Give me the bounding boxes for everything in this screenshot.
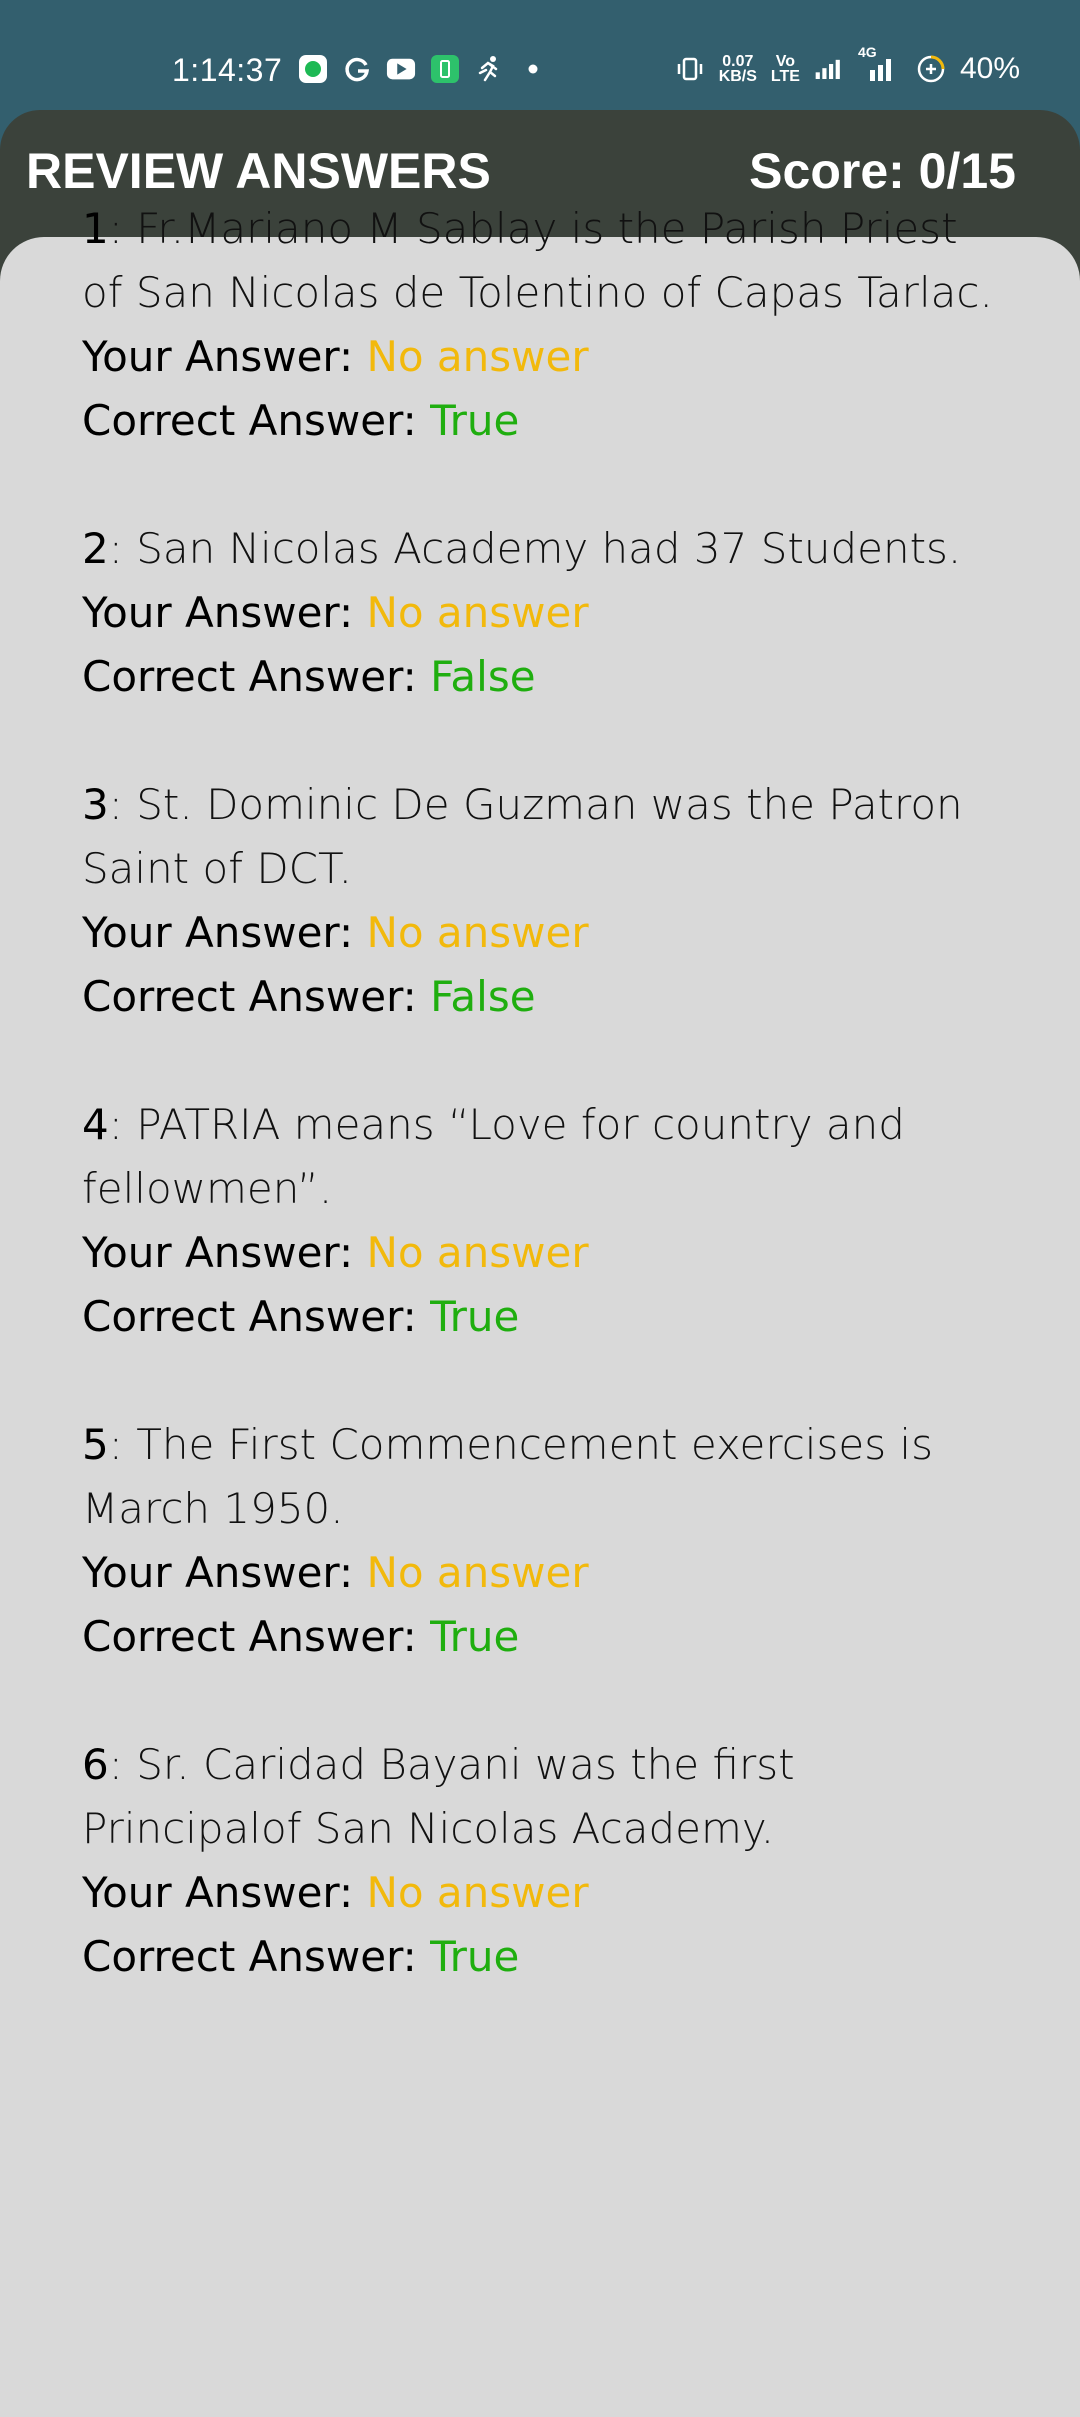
youtube-icon: [386, 54, 416, 84]
your-answer-line: Your Answer: No answer: [82, 1861, 1002, 1925]
correct-answer-label: Correct Answer:: [82, 396, 431, 445]
question-number: 6: [82, 1740, 109, 1789]
page-title: REVIEW ANSWERS: [26, 143, 491, 199]
question-text: 1: Fr.Mariano M Sablay is the Parish Pri…: [82, 197, 1002, 325]
correct-answer-label: Correct Answer:: [82, 1292, 431, 1341]
your-answer-value: No answer: [366, 332, 589, 381]
signal-icon: [814, 54, 844, 84]
question-number: 2: [82, 524, 109, 573]
your-answer-line: Your Answer: No answer: [82, 1541, 1002, 1605]
system-status-icons: 0.07 KB/S Vo LTE 4G 40%: [675, 44, 1020, 86]
correct-answer-value: False: [430, 652, 536, 701]
correct-answer-line: Correct Answer: True: [82, 1285, 1002, 1349]
correct-answer-label: Correct Answer:: [82, 972, 431, 1021]
your-answer-line: Your Answer: No answer: [82, 901, 1002, 965]
battery-saver-icon: [430, 54, 460, 84]
question-text: 6: Sr. Caridad Bayani was the first Prin…: [82, 1733, 1002, 1861]
question-body: : The First Commencement exercises is Ma…: [82, 1420, 933, 1533]
question-number: 4: [82, 1100, 109, 1149]
question-text: 5: The First Commencement exercises is M…: [82, 1413, 1002, 1541]
question-body: : Fr.Mariano M Sablay is the Parish Prie…: [82, 204, 993, 317]
your-answer-value: No answer: [366, 588, 589, 637]
chat-icon: [298, 54, 328, 84]
question-body: : Sr. Caridad Bayani was the first Princ…: [82, 1740, 795, 1853]
vibrate-icon: [675, 54, 705, 84]
correct-answer-line: Correct Answer: False: [82, 965, 1002, 1029]
net-speed: 0.07 KB/S: [718, 53, 757, 85]
g-icon: [342, 54, 372, 84]
question-body: : San Nicolas Academy had 37 Students.: [108, 524, 962, 573]
your-answer-line: Your Answer: No answer: [82, 581, 1002, 645]
dot-icon: [518, 54, 548, 84]
question-body: : PATRIA means “Love for country and fel…: [82, 1100, 905, 1213]
review-item: 6: Sr. Caridad Bayani was the first Prin…: [82, 1733, 1002, 1989]
review-item: 5: The First Commencement exercises is M…: [82, 1413, 1002, 1669]
correct-answer-value: True: [430, 1932, 520, 1981]
correct-answer-value: True: [430, 1612, 520, 1661]
correct-answer-line: Correct Answer: True: [82, 1605, 1002, 1669]
review-item: 3: St. Dominic De Guzman was the Patron …: [82, 773, 1002, 1029]
correct-answer-line: Correct Answer: False: [82, 645, 1002, 709]
your-answer-line: Your Answer: No answer: [82, 1221, 1002, 1285]
review-item: 1: Fr.Mariano M Sablay is the Parish Pri…: [82, 197, 1002, 453]
your-answer-value: No answer: [366, 1548, 589, 1597]
your-answer-value: No answer: [366, 908, 589, 957]
question-text: 3: St. Dominic De Guzman was the Patron …: [82, 773, 1002, 901]
battery-level: 40%: [959, 52, 1020, 85]
score-label: Score: 0/15: [749, 143, 1016, 199]
your-answer-label: Your Answer:: [82, 1548, 367, 1597]
question-number: 5: [82, 1420, 109, 1469]
your-answer-label: Your Answer:: [82, 588, 367, 637]
your-answer-label: Your Answer:: [82, 1228, 367, 1277]
battery-icon: [916, 54, 946, 84]
your-answer-label: Your Answer:: [82, 332, 367, 381]
review-list[interactable]: 1: Fr.Mariano M Sablay is the Parish Pri…: [82, 197, 1002, 2053]
review-item: 2: San Nicolas Academy had 37 Students. Y…: [82, 517, 1002, 709]
running-icon: [474, 54, 504, 84]
your-answer-value: No answer: [366, 1868, 589, 1917]
question-text: 2: San Nicolas Academy had 37 Students.: [82, 517, 1002, 581]
correct-answer-value: True: [430, 1292, 520, 1341]
question-text: 4: PATRIA means “Love for country and fe…: [82, 1093, 1002, 1221]
volte-indicator: Vo LTE: [770, 53, 800, 85]
question-number: 1: [82, 204, 109, 253]
your-answer-value: No answer: [366, 1228, 589, 1277]
question-number: 3: [82, 780, 109, 829]
status-bar: 1:14:37 0.07 KB/S Vo LTE 4G 40%: [0, 0, 1080, 110]
your-answer-label: Your Answer:: [82, 1868, 367, 1917]
correct-answer-label: Correct Answer:: [82, 1612, 431, 1661]
correct-answer-value: False: [430, 972, 536, 1021]
correct-answer-label: Correct Answer:: [82, 1932, 431, 1981]
your-answer-label: Your Answer:: [82, 908, 367, 957]
your-answer-line: Your Answer: No answer: [82, 325, 1002, 389]
review-item: 4: PATRIA means “Love for country and fe…: [82, 1093, 1002, 1349]
notification-icons: [298, 54, 548, 84]
status-time: 1:14:37: [172, 52, 283, 88]
correct-answer-line: Correct Answer: True: [82, 389, 1002, 453]
correct-answer-label: Correct Answer:: [82, 652, 431, 701]
correct-answer-value: True: [430, 396, 520, 445]
question-body: : St. Dominic De Guzman was the Patron S…: [82, 780, 963, 893]
signal-4g-icon: 4G: [858, 44, 902, 84]
correct-answer-line: Correct Answer: True: [82, 1925, 1002, 1989]
